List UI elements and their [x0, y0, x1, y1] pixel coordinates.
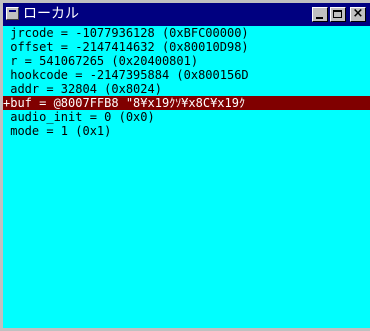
close-button[interactable]: ×	[350, 6, 366, 22]
title-bar[interactable]: ローカル ×	[3, 3, 370, 26]
maximize-button[interactable]	[330, 7, 346, 22]
variable-row-audio-init[interactable]: audio_init = 0 (0x0)	[3, 110, 370, 124]
variable-row-mode[interactable]: mode = 1 (0x1)	[3, 124, 370, 138]
variable-row-hookcode[interactable]: hookcode = -2147395884 (0x800156D	[3, 68, 370, 82]
variable-row-buf-selected[interactable]: +buf = @8007FFB8 "8¥x19ｸｿ¥x8C¥x19ｸ	[3, 96, 370, 110]
maximize-icon	[333, 10, 342, 18]
minimize-button[interactable]	[312, 7, 328, 22]
minimize-icon	[316, 17, 323, 19]
window-title: ローカル	[23, 6, 79, 22]
close-icon: ×	[352, 6, 364, 21]
variable-row-jrcode[interactable]: jrcode = -1077936128 (0xBFC00000)	[3, 26, 370, 40]
locals-window: ローカル × jrcode = -1077936128 (0xBFC00000)…	[0, 0, 370, 331]
variable-row-r[interactable]: r = 541067265 (0x20400801)	[3, 54, 370, 68]
variable-row-addr[interactable]: addr = 32804 (0x8024)	[3, 82, 370, 96]
window-icon[interactable]	[6, 7, 19, 20]
variables-list[interactable]: jrcode = -1077936128 (0xBFC00000) offset…	[3, 26, 370, 328]
variable-row-offset[interactable]: offset = -2147414632 (0x80010D98)	[3, 40, 370, 54]
